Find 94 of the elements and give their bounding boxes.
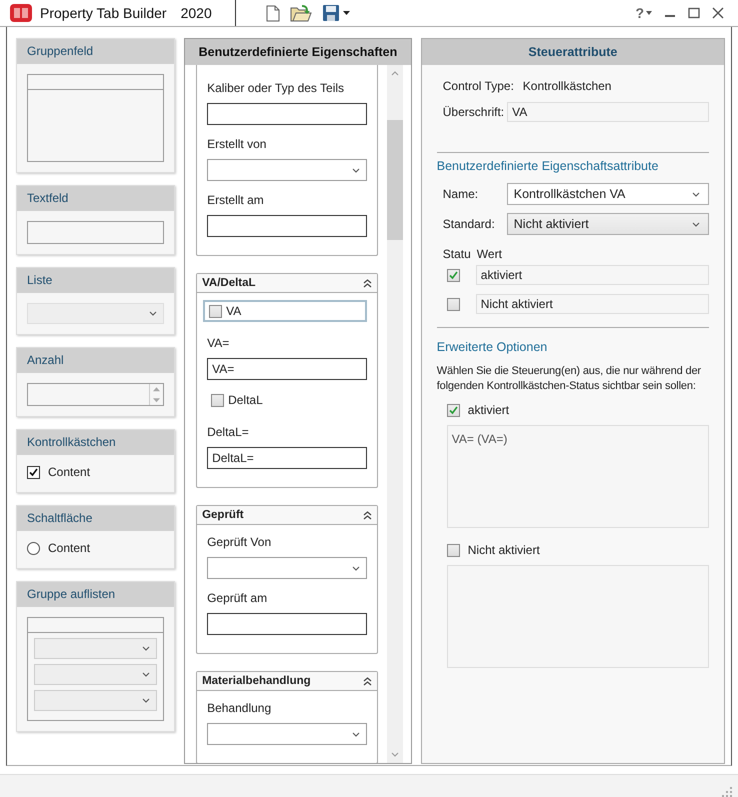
palette-card[interactable]: Schaltfläche Content <box>16 505 176 569</box>
checkbox-label: Content <box>48 465 90 479</box>
palette-card[interactable]: Textfeld <box>16 185 176 255</box>
column-header: Wert <box>476 247 502 261</box>
dropdown-field[interactable] <box>207 557 367 579</box>
help-button[interactable]: ? <box>635 5 652 21</box>
checkbox-label: DeltaL <box>228 393 263 407</box>
palette-card-title: Gruppe auflisten <box>17 582 174 607</box>
caret-icon <box>142 672 150 677</box>
list-item[interactable]: VA= (VA=) <box>452 432 704 446</box>
close-icon[interactable] <box>712 7 724 19</box>
group-title: VA/DeltaL <box>202 277 256 289</box>
window-title: Property Tab Builder <box>40 5 167 21</box>
field-label: Erstellt von <box>207 137 268 151</box>
dropdown-field[interactable] <box>207 723 367 745</box>
palette-card-title: Textfeld <box>17 186 174 211</box>
caption-field[interactable]: VA <box>507 102 709 122</box>
field-label: Standard: <box>442 217 496 231</box>
checkbox[interactable] <box>211 394 224 406</box>
input-field[interactable]: VA= <box>207 358 367 380</box>
group-title: Geprüft <box>202 509 244 521</box>
caret-icon <box>692 192 700 196</box>
open-folder-icon[interactable] <box>290 4 312 22</box>
caret-icon <box>352 168 360 172</box>
palette-card[interactable]: Gruppe auflisten <box>16 581 176 732</box>
field-label: Erstellt am <box>207 193 265 207</box>
checkbox[interactable] <box>446 268 460 282</box>
caret-icon <box>142 698 150 703</box>
field-label: Geprüft Von <box>207 535 272 549</box>
caret-icon <box>646 11 652 15</box>
checkbox[interactable] <box>446 544 460 556</box>
control-type-value: Kontrollkästchen <box>522 79 612 93</box>
section-title: Erweiterte Optionen <box>436 340 548 354</box>
panel-header: Benutzerdefinierte Eigenschaften <box>185 39 411 65</box>
input-field[interactable] <box>207 613 367 635</box>
radio-label: Content <box>48 541 90 555</box>
field-label: Name: <box>442 187 480 201</box>
resize-grip-icon[interactable] <box>722 787 732 797</box>
panel-header: Steuerattribute <box>422 39 724 65</box>
field-label: VA= <box>207 336 230 350</box>
group-title: Materialbehandlung <box>202 675 311 687</box>
checkbox-label: aktiviert <box>468 403 510 417</box>
collapse-icon[interactable] <box>362 676 372 686</box>
collapse-icon[interactable] <box>362 510 372 520</box>
input-field[interactable] <box>207 215 367 237</box>
field-label: Kaliber oder Typ des Teils <box>207 81 346 95</box>
maximize-icon[interactable] <box>688 7 700 19</box>
controls-list[interactable]: VA= (VA=) <box>446 425 709 528</box>
new-document-icon[interactable] <box>266 4 280 22</box>
scrollbar[interactable] <box>386 65 403 763</box>
checkbox-label: Nicht aktiviert <box>468 543 540 557</box>
field-label: Behandlung <box>207 701 272 715</box>
version-label: 2020 <box>180 5 212 21</box>
save-icon[interactable] <box>322 4 340 22</box>
caret-icon <box>352 732 360 736</box>
value-field[interactable]: Nicht aktiviert <box>476 294 709 314</box>
palette-card-title: Kontrollkästchen <box>17 430 174 455</box>
scrollbar-thumb[interactable] <box>386 120 403 240</box>
section-title: Benutzerdefinierte Eigenschaftsattribute <box>436 159 660 173</box>
checkbox-label: VA <box>226 304 242 318</box>
description-text: Wählen Sie die Steuerung(en) aus, die nur während der folgenden Kontrollkästchen-Status sichtbar sein sollen: <box>436 364 702 394</box>
palette-card[interactable]: Anzahl <box>16 347 176 417</box>
checkbox[interactable] <box>209 304 222 318</box>
collapse-icon[interactable] <box>362 278 372 288</box>
caret-icon <box>692 222 700 226</box>
column-header: Statu <box>442 247 471 261</box>
field-label: DeltaL= <box>207 425 250 439</box>
checkbox-row[interactable]: DeltaL <box>207 389 367 411</box>
checkbox[interactable] <box>446 404 460 416</box>
input-field[interactable]: DeltaL= <box>207 447 367 469</box>
value-field[interactable]: aktiviert <box>476 265 709 285</box>
checkbox-row[interactable]: VA <box>203 300 367 322</box>
field-label: Control Type: <box>442 79 515 93</box>
checkbox[interactable] <box>446 298 460 310</box>
palette-card[interactable]: Liste <box>16 267 176 335</box>
caret-icon <box>149 311 158 316</box>
palette-card[interactable]: Kontrollkästchen Content <box>16 429 176 493</box>
palette-card-title: Anzahl <box>17 348 174 373</box>
radio-button[interactable] <box>27 542 40 554</box>
checkbox[interactable] <box>27 466 40 478</box>
field-label: Geprüft am <box>207 591 268 605</box>
input-field[interactable] <box>207 103 367 125</box>
palette-card-title: Liste <box>17 268 174 293</box>
logo-icon <box>10 3 32 23</box>
caret-icon <box>142 646 150 651</box>
field-label: Überschrift: <box>442 105 504 119</box>
default-dropdown[interactable]: Nicht aktiviert <box>506 213 709 235</box>
palette-card[interactable]: Gruppenfeld <box>16 38 176 173</box>
palette-card-title: Schaltfläche <box>17 506 174 531</box>
palette-card-title: Gruppenfeld <box>17 39 174 64</box>
name-dropdown[interactable]: Kontrollkästchen VA <box>506 183 709 205</box>
caret-icon <box>352 566 360 570</box>
dropdown-caret-icon[interactable] <box>343 11 350 15</box>
dropdown-field[interactable] <box>207 159 367 181</box>
